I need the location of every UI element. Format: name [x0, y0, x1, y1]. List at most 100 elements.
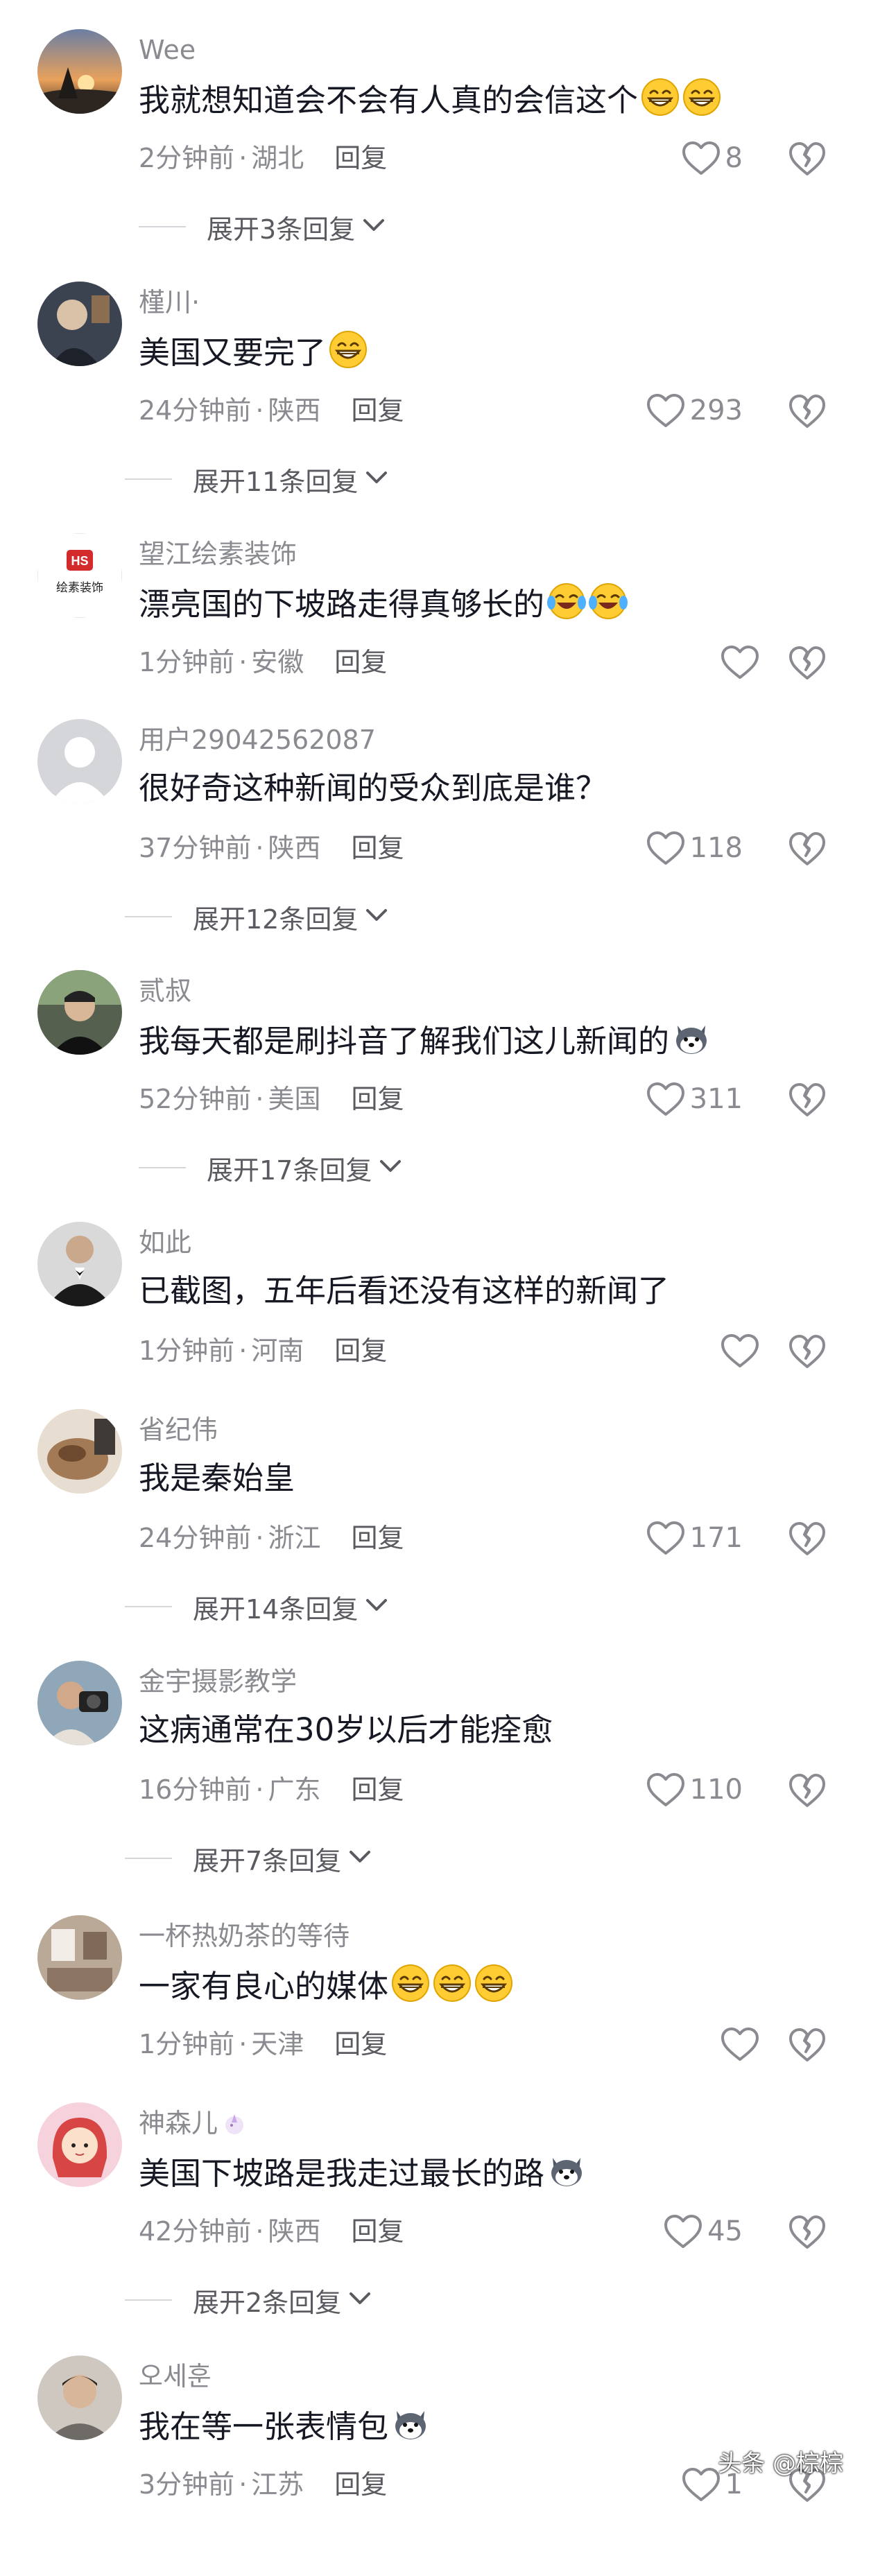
username-text: 一杯热奶茶的等待: [139, 1921, 350, 1951]
user-avatar[interactable]: [37, 2355, 122, 2440]
comment-meta: 24分钟前 · 陕西 回复: [139, 394, 404, 427]
like-button[interactable]: [720, 1331, 760, 1370]
dislike-button[interactable]: [788, 1082, 827, 1118]
expand-replies-button[interactable]: 展开2条回复: [125, 2283, 372, 2318]
like-button[interactable]: 8: [681, 139, 743, 178]
husky-emoji: [672, 1019, 711, 1057]
chevron-down-icon: [355, 218, 386, 236]
like-button[interactable]: 293: [646, 391, 743, 430]
username-text: 如此: [139, 1227, 192, 1258]
comment-username[interactable]: Wee: [139, 33, 196, 67]
comment-username[interactable]: 用户2904256208​7: [139, 723, 376, 757]
user-avatar[interactable]: [37, 1661, 122, 1745]
comment-text: 美国下坡路是我走过最长的路: [139, 2151, 586, 2195]
chevron-down-icon: [372, 1159, 402, 1177]
reply-button[interactable]: 回复: [351, 833, 404, 863]
username-text: 金宇摄影教学: [139, 1666, 297, 1697]
comment-text: 一家有良心的媒体: [139, 1964, 513, 2007]
meta-separator: ·: [255, 395, 264, 426]
like-button[interactable]: [720, 643, 760, 682]
reply-button[interactable]: 回复: [334, 647, 387, 677]
like-button[interactable]: [720, 2025, 760, 2064]
comment-time: 1分钟前: [139, 647, 235, 677]
expand-replies-button[interactable]: 展开14条回复: [125, 1589, 388, 1625]
dislike-button[interactable]: [788, 831, 827, 867]
dislike-button[interactable]: [788, 393, 827, 429]
grin-emoji: [391, 1964, 430, 2003]
comment-username[interactable]: 省纪伟: [139, 1413, 218, 1446]
comment-username[interactable]: 金宇摄影教学: [139, 1665, 297, 1698]
meta-separator: ·: [239, 2029, 248, 2059]
meta-separator: ·: [239, 1335, 248, 1366]
divider-line: [125, 2299, 172, 2301]
comment-username[interactable]: 神森儿: [139, 2107, 248, 2140]
username-text: 槿川·: [139, 287, 200, 318]
user-avatar[interactable]: [37, 29, 122, 114]
comment-time: 24分钟前: [139, 395, 252, 426]
comment-location: 湖北: [251, 143, 304, 173]
comment-text: 已截图，五年后看还没有这样的新闻了: [139, 1270, 669, 1312]
expand-replies-button[interactable]: 展开3条回复: [139, 209, 386, 245]
comment-item: Wee 我就想知道会不会有人真的会信这个 2分钟前 · 湖北 回复 8 展开3条回复: [0, 0, 871, 250]
expand-replies-button[interactable]: 展开7条回复: [125, 1841, 372, 1876]
meta-separator: ·: [239, 143, 248, 173]
user-avatar[interactable]: [37, 282, 122, 366]
user-avatar[interactable]: [37, 719, 122, 804]
like-count: 118: [689, 832, 743, 864]
comment-time: 3分钟前: [139, 2469, 235, 2500]
comment-location: 浙江: [268, 1523, 321, 1553]
user-avatar[interactable]: [37, 2102, 122, 2187]
comment-text: 我每天都是刷抖音了解我们这儿新闻的: [139, 1019, 711, 1062]
comment-location: 天津: [251, 2029, 304, 2059]
dislike-button[interactable]: [788, 1772, 827, 1808]
reply-button[interactable]: 回复: [351, 2216, 404, 2247]
user-avatar[interactable]: HS 绘素装饰: [37, 533, 122, 618]
like-button[interactable]: 171: [646, 1519, 743, 1557]
heart-icon: [720, 1333, 760, 1369]
heart-icon: [720, 2026, 760, 2062]
like-button[interactable]: 110: [646, 1770, 743, 1809]
comment-item: 贰叔 我每天都是刷抖音了解我们这儿新闻的 52分钟前 · 美国 回复 311 展开17条回复: [0, 941, 871, 1191]
reply-button[interactable]: 回复: [334, 1335, 387, 1366]
husky-emoji: [391, 2404, 430, 2443]
comment-username[interactable]: 望江绘素装饰: [139, 537, 297, 571]
grin-emoji: [329, 330, 368, 369]
comment-username[interactable]: 如此: [139, 1226, 191, 1259]
dislike-button[interactable]: [788, 1333, 827, 1369]
user-avatar[interactable]: [37, 970, 122, 1055]
dislike-button[interactable]: [788, 2214, 827, 2250]
chevron-down-icon: [358, 1598, 388, 1616]
comment-username[interactable]: 贰叔: [139, 974, 191, 1008]
reply-button[interactable]: 回复: [334, 143, 387, 173]
expand-replies-button[interactable]: 展开17条回复: [139, 1150, 402, 1186]
like-count: 171: [689, 1522, 743, 1554]
broken-heart-icon: [788, 141, 827, 177]
reply-button[interactable]: 回复: [351, 395, 404, 426]
expand-replies-button[interactable]: 展开11条回复: [125, 462, 388, 497]
dislike-button[interactable]: [788, 141, 827, 177]
like-button[interactable]: 45: [663, 2212, 743, 2251]
dislike-button[interactable]: [788, 1521, 827, 1557]
chevron-down-icon: [341, 1849, 372, 1867]
expand-replies-button[interactable]: 展开12条回复: [125, 899, 388, 935]
dislike-button[interactable]: [788, 2027, 827, 2063]
reply-button[interactable]: 回复: [334, 2469, 387, 2500]
comment-meta: 2分钟前 · 湖北 回复: [139, 141, 387, 175]
like-button[interactable]: 311: [646, 1080, 743, 1118]
user-avatar[interactable]: [37, 1222, 122, 1306]
comment-username[interactable]: 槿川·: [139, 286, 200, 319]
user-avatar[interactable]: [37, 1915, 122, 2000]
reply-button[interactable]: 回复: [351, 1774, 404, 1805]
like-button[interactable]: 118: [646, 829, 743, 867]
reply-button[interactable]: 回复: [351, 1084, 404, 1114]
comment-text: 我是秦始皇: [139, 1458, 295, 1499]
comment-username[interactable]: 一杯热奶茶的等待: [139, 1919, 350, 1953]
comment-meta: 42分钟前 · 陕西 回复: [139, 2215, 404, 2248]
reply-button[interactable]: 回复: [334, 2029, 387, 2059]
comment-text-content: 这病通常在30岁以后才能痊愈: [139, 1711, 553, 1748]
user-avatar[interactable]: [37, 1409, 122, 1494]
dislike-button[interactable]: [788, 645, 827, 681]
watermark: 头条 @棕棕: [718, 2450, 843, 2478]
reply-button[interactable]: 回复: [351, 1523, 404, 1553]
comment-username[interactable]: 오세훈: [139, 2360, 212, 2393]
